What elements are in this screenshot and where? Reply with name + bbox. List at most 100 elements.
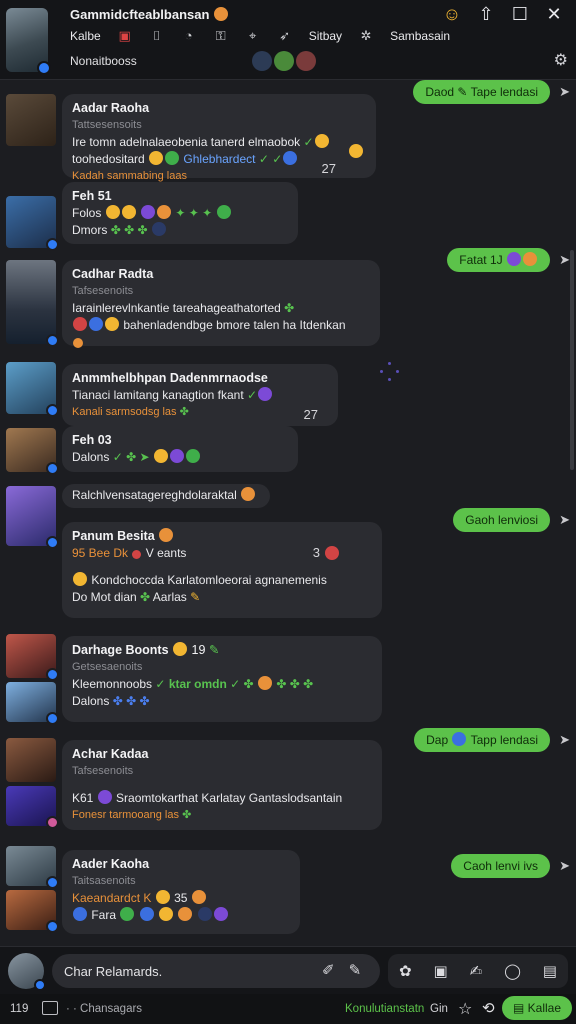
star-icon[interactable]: ☆ [458, 999, 472, 1019]
message-bubble: Darhage Boonts 19 ✎ Getsesaenoits Kleemo… [62, 636, 382, 722]
message-text: Folos ✦ ✦ ✦ [72, 205, 288, 222]
lock-icon[interactable]: ⚿ [213, 28, 229, 44]
verified-icon [34, 979, 46, 991]
image-icon[interactable]: ▣ [433, 962, 447, 980]
heart-icon[interactable] [325, 546, 339, 560]
sender-name: Achar Kadaa [72, 747, 149, 761]
reaction-icon[interactable] [349, 144, 363, 158]
menu-item-0[interactable]: Kalbe [70, 29, 101, 43]
outgoing-message: Daod ✎ Tape lendasi [413, 80, 550, 104]
draw-icon[interactable]: ✍ [470, 962, 483, 980]
message-text: Fara [72, 907, 290, 924]
status-label: Gin [430, 1003, 448, 1015]
sender-status: Tafsesenoits [72, 285, 134, 297]
group-avatar[interactable] [6, 8, 51, 75]
channels-link[interactable]: · · Chansagars [66, 1003, 142, 1015]
image-icon[interactable]: ▣ [117, 28, 133, 44]
message-text: Dalons ✓ ✤ ➤ [72, 449, 288, 466]
sender-status: Getsesaenoits [72, 661, 143, 673]
avatar[interactable] [6, 846, 59, 889]
comment-icon[interactable]: ◯ [504, 962, 521, 980]
send-status-icon: ➤ [559, 84, 570, 99]
message-text: Ire tomn adelnalaeobenia tanerd elmaobok… [72, 134, 366, 151]
send-status-icon: ➤ [559, 252, 570, 267]
verified-icon [46, 668, 59, 681]
loading-indicator-icon [380, 362, 400, 382]
verified-icon [46, 238, 59, 251]
emoji-icon [214, 7, 229, 21]
send-status-icon: ➤ [559, 732, 570, 747]
message-bubble: Aadar Raoha Tattsesensoits Ire tomn adel… [62, 94, 376, 182]
share-icon[interactable]: ⟲ [482, 999, 495, 1017]
pin-icon[interactable]: ➶ [277, 28, 293, 44]
message-bubble: Feh 03 Dalons ✓ ✤ ➤ [62, 426, 298, 472]
message-text: Kleemonnoobs ✓ ktar omdn ✓ ✤ ✤ ✤ ✤ [72, 676, 314, 691]
attach-icon[interactable]: ✐ [322, 961, 335, 979]
verified-badge-icon [37, 61, 51, 75]
window-controls: ☺ ⇧ ☐ ✕ [442, 4, 564, 25]
verified-icon [46, 334, 59, 347]
avatar[interactable] [6, 682, 59, 725]
message-link[interactable]: Ghlebhardect [183, 152, 255, 166]
user-avatar[interactable] [8, 953, 46, 991]
avatar[interactable] [6, 486, 59, 549]
send-status-icon: ➤ [559, 512, 570, 527]
outgoing-message: Dap Tapp lendasi [414, 728, 550, 752]
clock-icon[interactable]: ◔ [181, 28, 197, 44]
message-text: Iarainlerevlnkantie tareahageathatorted … [72, 301, 295, 315]
reaction-count: 27 [321, 161, 336, 176]
tag-icon[interactable]: ⌖ [245, 28, 261, 44]
primary-button[interactable]: ▤ Kallae [502, 996, 572, 1020]
chat-subtitle: Nonaitbooss [70, 54, 137, 68]
sender-name: Darhage Boonts 19 ✎ [72, 642, 220, 657]
avatar[interactable] [6, 196, 59, 251]
outgoing-message: Caoh lenvi ivs [451, 854, 550, 878]
menu-item-2[interactable]: Sambasain [390, 29, 450, 43]
message-bubble: Cadhar Radta Tafsesenoits Iarainlerevlnk… [62, 260, 380, 348]
maximize-icon[interactable]: ☐ [510, 4, 530, 25]
input-actions: ✐ ✎ [322, 961, 361, 979]
message-bubble: Achar Kadaa Tafsesenoits K61 Sraomtokart… [62, 740, 382, 830]
member-avatars[interactable] [252, 51, 316, 71]
message-text: bahenladendbge bmore talen ha Itdenkan [72, 317, 370, 334]
avatar[interactable] [6, 634, 59, 681]
gallery-icon[interactable]: ▤ [543, 962, 557, 980]
sender-name: Panum Besita [72, 528, 372, 545]
message-text: Dmors ✤ ✤ ✤ [72, 222, 288, 239]
message-bubble: Panum Besita 95 Bee Dk V eants 3 Kondcho… [62, 522, 382, 618]
message-bubble: Aader Kaoha Taitsasenoits Kaeandardct K … [62, 850, 300, 934]
avatar[interactable] [6, 362, 59, 417]
close-icon[interactable]: ✕ [544, 4, 564, 25]
bookmark-icon[interactable]: ⌷ [149, 28, 165, 44]
message-bubble: Feh 51 Folos ✦ ✦ ✦ Dmors ✤ ✤ ✤ [62, 182, 298, 244]
chat-title: Gammidcfteablbansan [70, 7, 229, 22]
message-text: K61 Sraomtokarthat Karlatay Gantaslodsan… [72, 790, 343, 805]
avatar[interactable] [6, 260, 59, 347]
avatar[interactable] [6, 786, 59, 829]
reaction-count: 27 [303, 407, 318, 422]
sparkle-icon[interactable]: ✲ [358, 28, 374, 44]
grid-icon[interactable] [42, 1001, 58, 1015]
status-count: 119 [10, 1003, 29, 1015]
message-footer: Fonesr tarmooang las ✤ [72, 809, 192, 821]
menu-item-1[interactable]: Sitbay [309, 29, 342, 43]
pen-icon[interactable]: ✎ [349, 961, 362, 979]
sticker-icon[interactable]: ✿ [399, 962, 412, 980]
avatar[interactable] [6, 738, 56, 782]
member-avatar [296, 51, 316, 71]
sender-name: Feh 51 [72, 189, 112, 203]
settings-icon[interactable]: ⚙ [554, 50, 568, 70]
verified-icon [46, 876, 59, 889]
scrollbar[interactable] [570, 250, 574, 470]
status-indicator: Konulutianstatn [345, 1003, 425, 1015]
emoji-reaction-icon[interactable]: ☺ [442, 4, 462, 25]
avatar[interactable] [6, 890, 59, 933]
message-text: Do Mot dian ✤ Aarlas ✎ [72, 590, 201, 604]
avatar[interactable] [6, 428, 59, 475]
share-icon[interactable]: ⇧ [476, 4, 496, 25]
avatar[interactable] [6, 94, 56, 146]
sender-status: Tafsesenoits [72, 765, 134, 777]
message-bubble: Anmmhelbhpan Dadenmrnaodse Tianaci lamit… [62, 364, 338, 426]
sender-name: Aader Kaoha [72, 857, 150, 871]
message-text: Kondchoccda Karlatomloeorai agnanemenis [72, 572, 372, 589]
